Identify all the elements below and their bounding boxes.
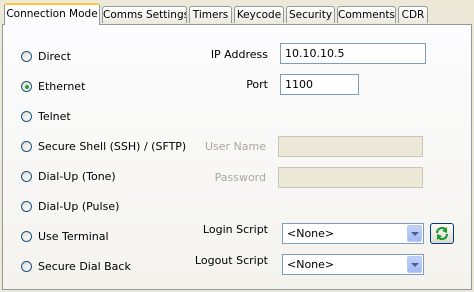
radio-button[interactable] — [21, 50, 32, 62]
login-script-value: <None> — [287, 227, 335, 240]
radio-label-use-terminal: Use Terminal — [38, 229, 109, 243]
radio-label-ssh: Secure Shell (SSH) / (SFTP) — [38, 139, 187, 153]
radio-label-ethernet: Ethernet — [38, 79, 86, 93]
refresh-scripts-button[interactable] — [430, 223, 454, 244]
radio-ssh[interactable]: Secure Shell (SSH) / (SFTP) — [21, 138, 186, 154]
radio-secure-dial-back[interactable]: Secure Dial Back — [21, 258, 131, 274]
radio-dialup-tone[interactable]: Dial-Up (Tone) — [21, 168, 116, 184]
radio-button[interactable] — [21, 80, 32, 92]
radio-button[interactable] — [21, 260, 32, 272]
ip-address-label: IP Address — [210, 48, 268, 61]
logout-script-value: <None> — [287, 258, 335, 271]
radio-dialup-pulse[interactable]: Dial-Up (Pulse) — [21, 198, 119, 214]
login-script-label: Login Script — [202, 223, 268, 236]
radio-button[interactable] — [21, 110, 32, 122]
logout-script-label: Logout Script — [194, 254, 268, 267]
port-input[interactable]: 1100 — [280, 74, 359, 95]
radio-label-dialup-pulse: Dial-Up (Pulse) — [38, 199, 120, 213]
radio-telnet[interactable]: Telnet — [21, 108, 71, 124]
radio-direct[interactable]: Direct — [21, 48, 71, 64]
refresh-icon — [435, 226, 449, 241]
radio-label-direct: Direct — [38, 49, 71, 63]
chevron-down-icon[interactable] — [407, 225, 422, 242]
login-script-select[interactable]: <None> — [282, 223, 424, 244]
radio-ethernet[interactable]: Ethernet — [21, 78, 85, 94]
password-input[interactable] — [278, 167, 423, 188]
radio-use-terminal[interactable]: Use Terminal — [21, 228, 109, 244]
port-label: Port — [246, 78, 268, 91]
radio-button[interactable] — [21, 230, 32, 242]
chevron-down-icon[interactable] — [407, 256, 422, 273]
user-name-input[interactable] — [278, 136, 423, 157]
radio-button[interactable] — [21, 200, 32, 212]
radio-label-secure-dial-back: Secure Dial Back — [38, 259, 131, 273]
password-label: Password — [214, 171, 266, 184]
radio-button[interactable] — [21, 170, 32, 182]
user-name-label: User Name — [204, 140, 266, 153]
radio-button[interactable] — [21, 140, 32, 152]
radio-label-telnet: Telnet — [38, 109, 71, 123]
ip-address-input[interactable]: 10.10.10.5 — [280, 43, 426, 64]
logout-script-select[interactable]: <None> — [282, 254, 424, 275]
radio-label-dialup-tone: Dial-Up (Tone) — [38, 169, 116, 183]
